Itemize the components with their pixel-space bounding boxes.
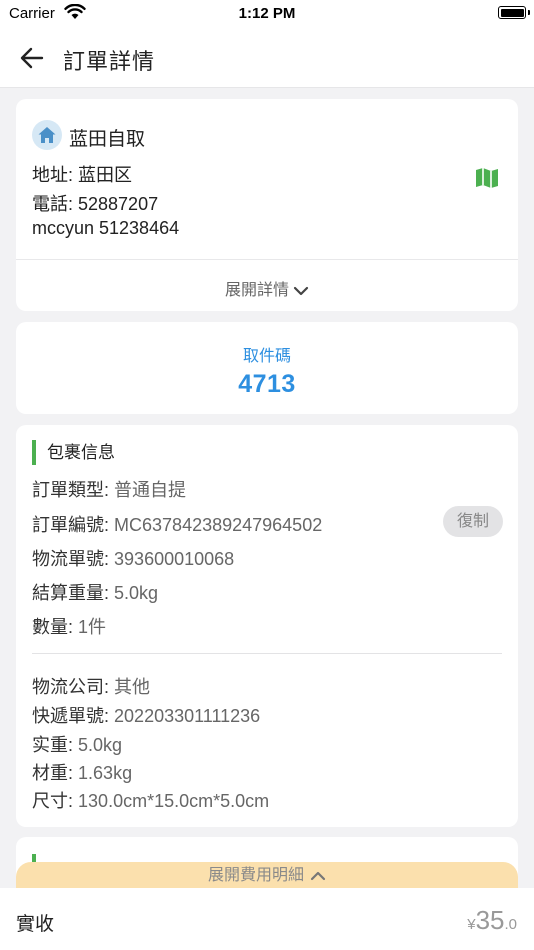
expand-fee-label: 展開費用明細 <box>207 867 304 884</box>
express-no-key: 快遞單號: <box>32 706 110 726</box>
volume-weight-key: 材重: <box>32 763 74 783</box>
package-info-card: 包裹信息 訂單類型: 普通自提 訂單編號: MC6378423892479645… <box>16 425 518 827</box>
map-icon[interactable] <box>475 167 499 189</box>
settle-weight-key: 結算重量: <box>32 583 110 603</box>
logistics-no-key: 物流單號: <box>32 549 110 569</box>
pickup-location-card: 蓝田自取 地址: 蓝田区 電話: 52887207 mccyun 5123846… <box>16 99 518 311</box>
order-no-row: 訂單編號: MC637842389247964502 <box>32 511 322 537</box>
divider <box>16 259 518 260</box>
pickup-code-value: 4713 <box>238 370 296 398</box>
battery-tip <box>528 10 530 15</box>
order-type-row: 訂單類型: 普通自提 <box>32 476 186 502</box>
actual-weight-row: 实重: 5.0kg <box>32 731 122 757</box>
size-value: 130.0cm*15.0cm*5.0cm <box>78 791 270 811</box>
order-type-value: 普通自提 <box>114 480 187 500</box>
expand-details-button[interactable]: 展開詳情 <box>16 276 518 300</box>
price-integer: 35 <box>475 905 505 935</box>
company-key: 物流公司: <box>32 677 110 697</box>
pickup-contact: mccyun 51238464 <box>32 218 180 238</box>
company-row: 物流公司: 其他 <box>32 673 150 699</box>
express-no-value: 202203301111236 <box>114 706 261 726</box>
size-key: 尺寸: <box>32 791 74 811</box>
arrow-left-icon[interactable] <box>18 44 46 72</box>
total-price: ¥35.0 <box>467 905 517 936</box>
quantity-value: 1件 <box>78 617 107 637</box>
express-no-row: 快遞單號: 202203301111236 <box>32 702 260 728</box>
nav-bar: 訂單詳情 <box>0 28 534 88</box>
pickup-code-label: 取件碼 <box>242 348 291 365</box>
chevron-down-icon <box>289 282 309 299</box>
home-icon <box>32 120 62 150</box>
volume-weight-value: 1.63kg <box>78 763 133 783</box>
battery-icon <box>498 6 526 19</box>
bottom-bar: 實收 ¥35.0 <box>0 888 534 950</box>
actual-weight-key: 实重: <box>32 735 74 755</box>
price-currency: ¥ <box>467 916 476 933</box>
pickup-address: 地址: 蓝田区 <box>32 165 133 185</box>
page-title: 訂單詳情 <box>63 49 156 74</box>
logistics-no-row: 物流單號: 393600010068 <box>32 545 234 571</box>
section-title-package: 包裹信息 <box>32 440 115 465</box>
size-row: 尺寸: 130.0cm*15.0cm*5.0cm <box>32 787 269 813</box>
divider <box>32 653 502 654</box>
copy-button[interactable]: 復制 <box>443 506 503 537</box>
volume-weight-row: 材重: 1.63kg <box>32 759 132 785</box>
pickup-phone[interactable]: 電話: 52887207 <box>32 190 158 216</box>
chevron-up-icon <box>304 867 326 884</box>
order-no-value: MC637842389247964502 <box>114 515 323 535</box>
total-label: 實收 <box>16 914 55 935</box>
status-time: 1:12 PM <box>238 5 296 22</box>
settle-weight-row: 結算重量: 5.0kg <box>32 579 158 605</box>
company-value: 其他 <box>114 677 151 697</box>
status-bar: Carrier 1:12 PM <box>0 0 534 28</box>
order-no-key: 訂單編號: <box>32 515 110 535</box>
order-type-key: 訂單類型: <box>32 480 110 500</box>
actual-weight-value: 5.0kg <box>78 735 123 755</box>
quantity-row: 數量: 1件 <box>32 613 106 639</box>
expand-details-label: 展開詳情 <box>224 282 289 299</box>
quantity-key: 數量: <box>32 617 74 637</box>
logistics-no-value: 393600010068 <box>114 549 235 569</box>
settle-weight-value: 5.0kg <box>114 583 159 603</box>
pickup-code-card: 取件碼 4713 <box>16 322 518 414</box>
price-decimal: .0 <box>504 916 517 933</box>
pickup-point-name: 蓝田自取 <box>69 129 146 150</box>
